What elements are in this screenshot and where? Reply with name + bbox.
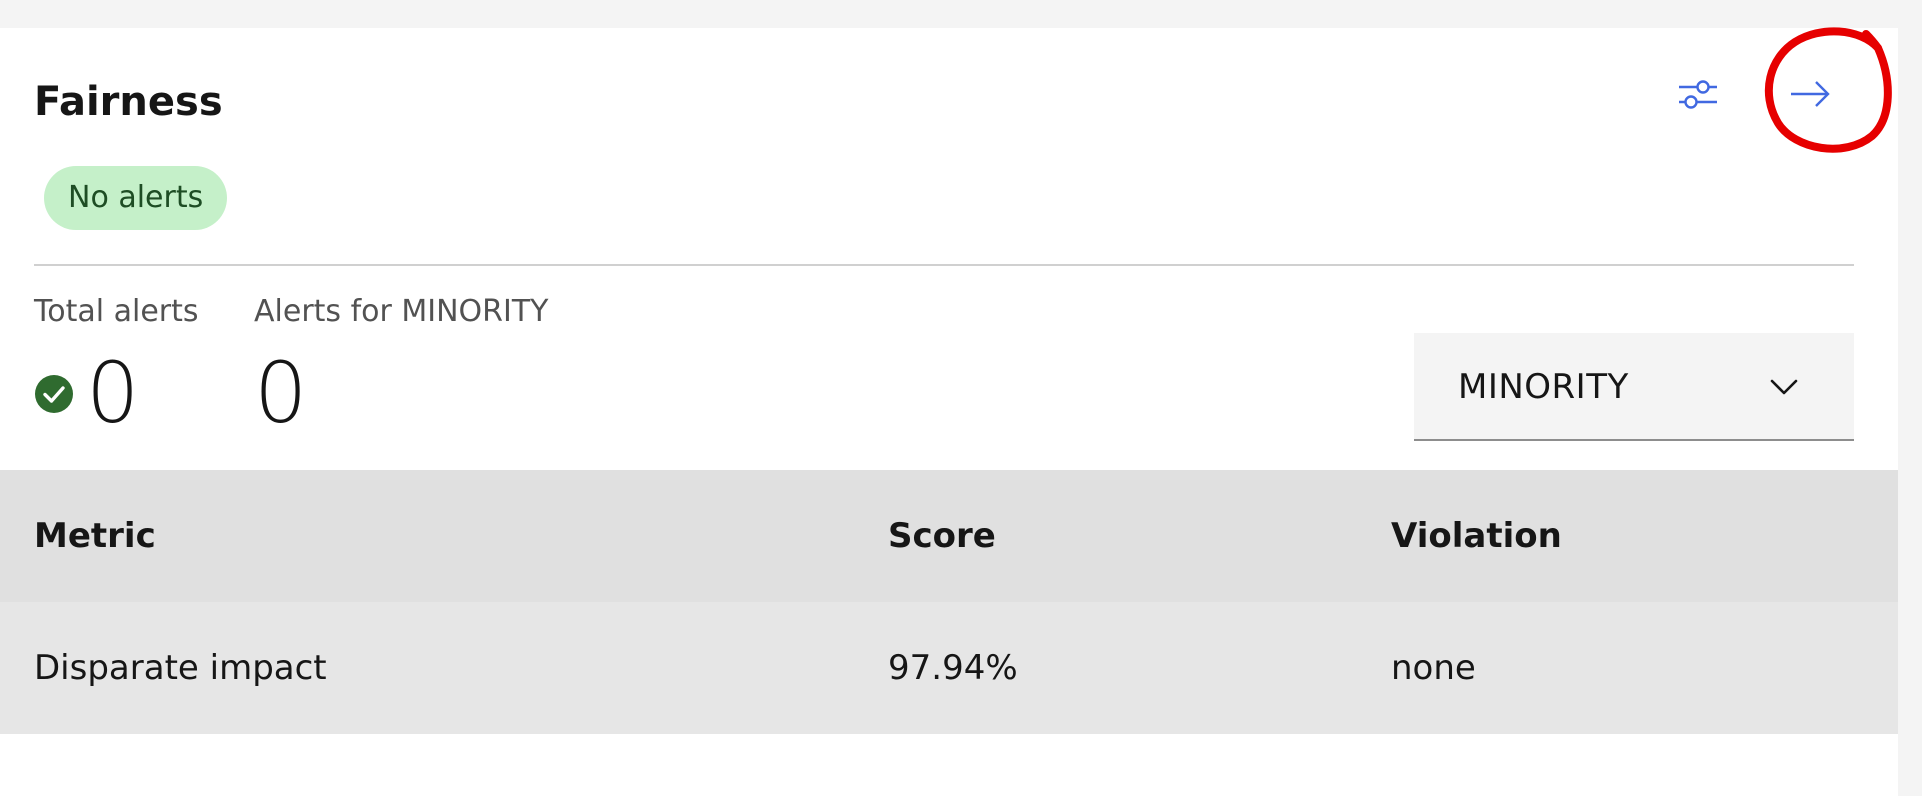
arrow-right-icon — [1791, 81, 1830, 107]
violation-cell: none — [1391, 648, 1476, 688]
page-background-right — [1898, 28, 1922, 796]
settings-adjust-icon — [1679, 80, 1717, 109]
column-header-score[interactable]: Score — [888, 512, 996, 560]
section-divider — [34, 264, 1854, 266]
table-row[interactable]: Disparate impact 97.94% none — [0, 602, 1898, 734]
checkmark-filled-icon — [35, 375, 73, 413]
group-alerts-label: Alerts for MINORITY — [254, 294, 549, 329]
column-header-violation[interactable]: Violation — [1391, 512, 1562, 560]
group-select-dropdown[interactable]: MINORITY — [1414, 333, 1854, 441]
card-title: Fairness — [34, 79, 223, 125]
view-details-button[interactable] — [1778, 62, 1842, 126]
group-select-value: MINORITY — [1458, 367, 1629, 407]
total-alerts-value: 0 — [86, 344, 140, 442]
page-background-top — [0, 0, 1922, 28]
status-badge: No alerts — [44, 166, 228, 230]
table-header-row: Metric Score Violation — [0, 470, 1898, 602]
group-alerts-value: 0 — [254, 344, 308, 442]
score-cell: 97.94% — [888, 648, 1018, 688]
metric-cell: Disparate impact — [34, 648, 327, 688]
chevron-down-icon — [1770, 379, 1798, 395]
total-alerts-label: Total alerts — [34, 294, 199, 329]
column-header-metric[interactable]: Metric — [34, 512, 156, 560]
configure-button[interactable] — [1666, 62, 1730, 126]
